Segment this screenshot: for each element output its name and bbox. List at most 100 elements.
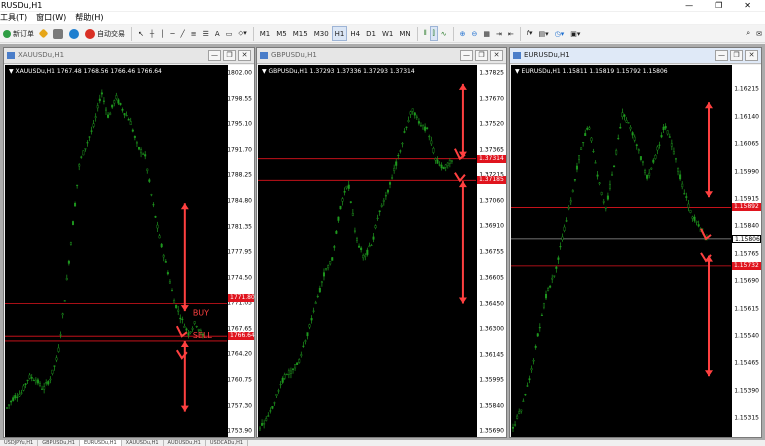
candle-body [627, 122, 630, 124]
candle-body [296, 362, 299, 365]
restore-button[interactable]: ❐ [715, 0, 722, 11]
price-tick-label: 1781.35 [227, 223, 252, 231]
price-chart[interactable]: BUY SELL ▼ XAUUSDu,H1 1767.48 1768.56 176… [5, 65, 227, 437]
candle-body [551, 277, 554, 280]
candle-body [434, 158, 437, 161]
candle-body [327, 265, 330, 269]
chart-close-button[interactable]: ✕ [745, 50, 758, 61]
chart-info-line: ▼ GBPUSDu,H1 1.37293 1.37336 1.37293 1.3… [262, 68, 415, 75]
chart-maximize-button[interactable]: ❐ [223, 50, 236, 61]
chart-window-xauusd[interactable]: XAUUSDu,H1 — ❐ ✕ BUY SELL ▼ XAUUSDu,H1 17… [3, 47, 255, 438]
chart-minimize-button[interactable]: — [715, 50, 728, 61]
candle-body [559, 246, 562, 248]
timeframe-mn[interactable]: MN [396, 26, 413, 41]
candle-body [557, 257, 560, 260]
menu-window[interactable]: 窗口(W) [36, 12, 66, 24]
candle-body [179, 317, 182, 320]
periods-button[interactable]: ◷▾ [552, 26, 568, 41]
candle-body [617, 138, 620, 140]
timeframe-m5[interactable]: M5 [273, 26, 290, 41]
chart-tab[interactable]: GBPUSDu,H1 [38, 440, 80, 446]
candle-body [166, 272, 169, 275]
timeframe-label: D1 [366, 29, 376, 38]
chart-tab[interactable]: USDCADu,H1 [206, 440, 249, 446]
chart-tab[interactable]: AUDUSDu,H1 [164, 440, 206, 446]
timeframe-h1[interactable]: H1 [331, 26, 348, 41]
price-tag: 1.15732 [732, 261, 761, 270]
zoom-in-button[interactable]: ⊕ [457, 26, 469, 41]
shapes-tool[interactable]: ⬦▾ [235, 26, 249, 41]
candle-body [615, 150, 618, 155]
bar-chart-button[interactable]: ⫴ [421, 26, 430, 41]
label-tool[interactable]: ▭ [223, 26, 236, 41]
price-tick-label: 1.35690 [479, 427, 504, 435]
candle-body [440, 164, 443, 169]
signals-button[interactable] [50, 26, 66, 41]
indicators-button[interactable]: 𝑓▾ [524, 26, 536, 41]
chart-window-gbpusd[interactable]: GBPUSDu,H1 — ❐ ✕ ▼ GBPUSDu,H1 1.37293 1.… [256, 47, 507, 438]
horizontal-line-tool[interactable]: ─ [167, 26, 177, 41]
price-chart[interactable]: ▼ GBPUSDu,H1 1.37293 1.37336 1.37293 1.3… [258, 65, 476, 437]
cursor-tool[interactable]: ↖ [135, 26, 147, 41]
tile-windows-button[interactable]: ▦ [480, 26, 493, 41]
menu-tools[interactable]: 工具(T) [0, 12, 27, 24]
arrow-head [705, 191, 713, 198]
candle-body [24, 383, 27, 386]
chart-minimize-button[interactable]: — [460, 50, 473, 61]
chart-window-titlebar[interactable]: EURUSDu,H1 — ❐ ✕ [510, 48, 761, 64]
price-chart[interactable]: ▼ EURUSDu,H1 1.15811 1.15819 1.15792 1.1… [511, 65, 731, 437]
templates-button[interactable]: ▤▾ [536, 26, 552, 41]
candle-body [345, 185, 348, 189]
fibonacci-tool[interactable]: ☰ [200, 26, 212, 41]
zoom-out-button[interactable]: ⊖ [469, 26, 481, 41]
chart-window-titlebar[interactable]: GBPUSDu,H1 — ❐ ✕ [257, 48, 506, 64]
auto-scroll-button[interactable]: ⇥ [493, 26, 505, 41]
timeframe-h4[interactable]: H4 [347, 26, 363, 41]
candle-body [405, 126, 408, 128]
timeframe-d1[interactable]: D1 [363, 26, 379, 41]
vertical-line-tool[interactable]: │ [157, 26, 167, 41]
candle-body [107, 114, 110, 118]
crosshair-tool[interactable]: ┼ [147, 26, 157, 41]
chart-tab[interactable]: USDJPYu,H1 [0, 440, 39, 446]
market-button[interactable] [66, 26, 82, 41]
search-button[interactable]: ⌕ [743, 26, 753, 41]
strategy-tester-button[interactable] [37, 26, 50, 41]
text-tool[interactable]: A [212, 26, 223, 41]
notifications-button[interactable]: ✉ [753, 26, 765, 41]
chart-close-button[interactable]: ✕ [490, 50, 503, 61]
line-chart-button[interactable]: ∿ [438, 26, 450, 41]
candle-chart-button[interactable]: ⫿ [429, 26, 438, 41]
chart-close-button[interactable]: ✕ [238, 50, 251, 61]
chart-window-titlebar[interactable]: XAUUSDu,H1 — ❐ ✕ [4, 48, 254, 64]
new-order-button[interactable]: 新订单 [0, 26, 37, 41]
minimize-button[interactable]: — [685, 0, 693, 11]
trendline-tool[interactable]: ╱ [178, 26, 188, 41]
candle-body [637, 149, 640, 151]
chart-tab[interactable]: XAUUSDu,H1 [122, 440, 164, 446]
chart-maximize-button[interactable]: ❐ [475, 50, 488, 61]
candle-body [681, 183, 684, 188]
close-button[interactable]: ✕ [744, 0, 751, 11]
candle-body [269, 410, 272, 412]
timeframe-w1[interactable]: W1 [379, 26, 396, 41]
candle-body [650, 167, 653, 170]
channel-tool[interactable]: ≡ [188, 26, 200, 41]
timeframe-m1[interactable]: M1 [257, 26, 274, 41]
chart-tab-active[interactable]: EURUSDu,H1 [79, 440, 122, 446]
auto-trading-button[interactable]: 自动交易 [82, 26, 128, 41]
timeframe-m15[interactable]: M15 [290, 26, 311, 41]
candle-body [135, 142, 138, 144]
price-tag: 1.37185 [477, 176, 506, 185]
menu-help[interactable]: 帮助(H) [75, 12, 103, 24]
timeframe-m30[interactable]: M30 [311, 26, 332, 41]
chart-minimize-button[interactable]: — [208, 50, 221, 61]
screenshot-button[interactable]: ▣▾ [567, 26, 583, 41]
candle-body [343, 191, 346, 193]
chart-shift-button[interactable]: ⇤ [505, 26, 517, 41]
chart-window-eurusd[interactable]: EURUSDu,H1 — ❐ ✕ ▼ EURUSDu,H1 1.15811 1.… [509, 47, 762, 438]
price-tick-label: 1.15840 [734, 222, 759, 230]
candle-body [337, 216, 340, 221]
chart-maximize-button[interactable]: ❐ [730, 50, 743, 61]
candle-body [314, 302, 317, 304]
